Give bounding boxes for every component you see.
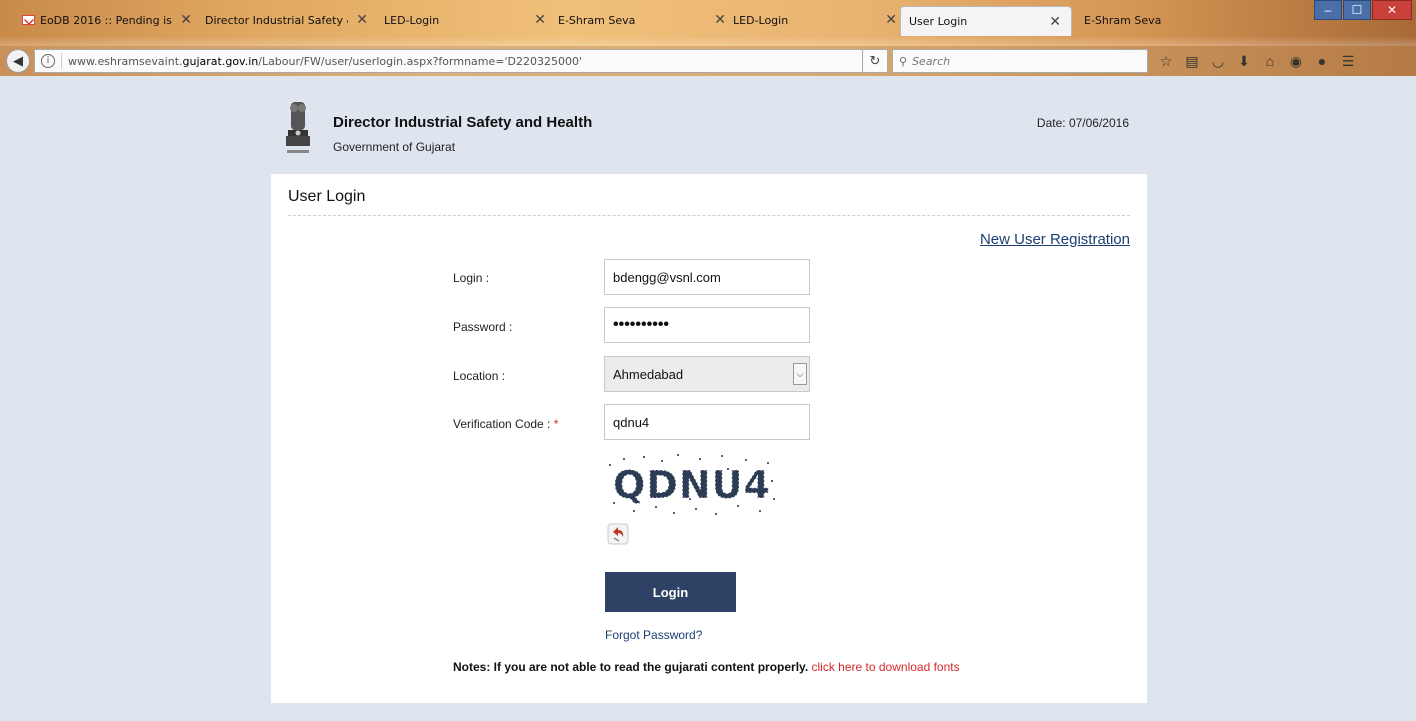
- search-placeholder: Search: [912, 54, 951, 68]
- close-icon[interactable]: ✕: [883, 12, 899, 28]
- national-emblem-logo: [286, 102, 310, 153]
- gmail-icon: [22, 15, 35, 25]
- page-title: User Login: [288, 188, 366, 205]
- download-fonts-link[interactable]: click here to download fonts: [812, 660, 960, 674]
- home-icon[interactable]: ⌂: [1260, 51, 1280, 71]
- tab-label: User Login: [909, 15, 968, 28]
- back-button[interactable]: ◀: [6, 49, 30, 73]
- window-controls: – ☐ ✕: [1313, 0, 1412, 20]
- verification-code-input[interactable]: qdnu4: [604, 404, 810, 440]
- close-icon[interactable]: ✕: [532, 12, 548, 28]
- tab-user-login[interactable]: User Login ✕: [900, 6, 1072, 36]
- back-arrow-icon: ◀: [13, 53, 23, 68]
- url-domain: gujarat.gov.in: [182, 54, 259, 68]
- tab-e-shram-seva-2[interactable]: E-Shram Seva: [1084, 7, 1184, 33]
- login-button[interactable]: Login: [605, 572, 736, 612]
- location-select[interactable]: Ahmedabad ⌵: [604, 356, 810, 392]
- captcha-text: QDNU4: [613, 463, 771, 507]
- tab-label: E-Shram Seva: [1084, 13, 1162, 27]
- url-separator: [61, 53, 62, 69]
- captcha-image: QDNU4: [604, 451, 780, 521]
- url-bar[interactable]: i www.eshramsevaint. gujarat.gov.in/Labou…: [34, 49, 864, 73]
- close-icon[interactable]: ✕: [712, 12, 728, 28]
- close-icon[interactable]: ✕: [178, 12, 194, 28]
- menu-icon[interactable]: ☰: [1338, 51, 1358, 71]
- url-path: /Labour/FW/user/userlogin.aspx?formname=…: [258, 54, 582, 68]
- url-prefix: www.eshramsevaint.: [68, 54, 183, 68]
- tab-eodb[interactable]: EoDB 2016 :: Pending iss... ✕: [22, 7, 194, 33]
- bookmark-star-icon[interactable]: ☆: [1156, 51, 1176, 71]
- login-input[interactable]: bdengg@vsnl.com: [604, 259, 810, 295]
- required-mark: *: [553, 417, 559, 431]
- maximize-button[interactable]: ☐: [1343, 0, 1371, 20]
- forgot-password-link[interactable]: Forgot Password?: [605, 628, 702, 642]
- new-user-registration-link[interactable]: New User Registration: [980, 231, 1130, 248]
- tab-label: EoDB 2016 :: Pending iss...: [40, 13, 172, 27]
- toolbar-icons: ☆ ▤ ◡ ⬇ ⌂ ◉ ● ☰: [1156, 51, 1364, 71]
- tab-label: Director Industrial Safety & ...: [205, 13, 348, 27]
- chevron-down-icon[interactable]: ⌵: [793, 363, 807, 385]
- tab-label: LED-Login: [733, 13, 789, 27]
- location-label: Location :: [453, 369, 506, 383]
- tab-led-login-1[interactable]: LED-Login ✕: [384, 7, 548, 33]
- close-icon[interactable]: ✕: [354, 12, 370, 28]
- minimize-button[interactable]: –: [1314, 0, 1342, 20]
- pocket-icon[interactable]: ◡: [1208, 51, 1228, 71]
- reading-list-icon[interactable]: ▤: [1182, 51, 1202, 71]
- download-icon[interactable]: ⬇: [1234, 51, 1254, 71]
- login-label: Login :: [453, 271, 490, 285]
- organization-subtitle: Government of Gujarat: [333, 140, 456, 154]
- password-input[interactable]: ••••••••••: [604, 307, 810, 343]
- close-window-button[interactable]: ✕: [1372, 0, 1412, 20]
- reload-icon: ↻: [869, 53, 881, 68]
- title-divider: [288, 215, 1130, 216]
- extension-icon[interactable]: ◉: [1286, 51, 1306, 71]
- addon-icon[interactable]: ●: [1312, 51, 1332, 71]
- notes-text: Notes: If you are not able to read the g…: [453, 660, 809, 674]
- verification-code-label-text: Verification Code :: [453, 417, 554, 431]
- tab-label: LED-Login: [384, 13, 440, 27]
- close-icon[interactable]: ✕: [1047, 14, 1063, 30]
- password-label: Password :: [453, 320, 513, 334]
- browser-tab-bar: EoDB 2016 :: Pending iss... ✕ Director I…: [0, 0, 1416, 46]
- login-panel: User Login New User Registration Login :…: [271, 174, 1147, 703]
- font-notes: Notes: If you are not able to read the g…: [453, 660, 960, 674]
- verification-code-label: Verification Code : *: [453, 417, 558, 431]
- tab-label: E-Shram Seva: [558, 13, 636, 27]
- organization-name: Director Industrial Safety and Health: [333, 114, 593, 131]
- browser-nav-bar: ◀ i www.eshramsevaint. gujarat.gov.in/Lab…: [0, 46, 1416, 76]
- reload-button[interactable]: ↻: [862, 49, 888, 73]
- tab-e-shram-seva-1[interactable]: E-Shram Seva ✕: [558, 7, 728, 33]
- refresh-captcha-icon[interactable]: [607, 523, 629, 545]
- current-date: Date: 07/06/2016: [1036, 116, 1129, 130]
- tab-led-login-2[interactable]: LED-Login ✕: [733, 7, 899, 33]
- search-icon: ⚲: [899, 54, 908, 68]
- location-selected-value: Ahmedabad: [613, 366, 684, 382]
- search-bar[interactable]: ⚲ Search: [892, 49, 1148, 73]
- info-icon[interactable]: i: [41, 54, 55, 68]
- tab-director-industrial-safety[interactable]: Director Industrial Safety & ... ✕: [205, 7, 370, 33]
- site-header: Director Industrial Safety and Health Go…: [271, 96, 1147, 174]
